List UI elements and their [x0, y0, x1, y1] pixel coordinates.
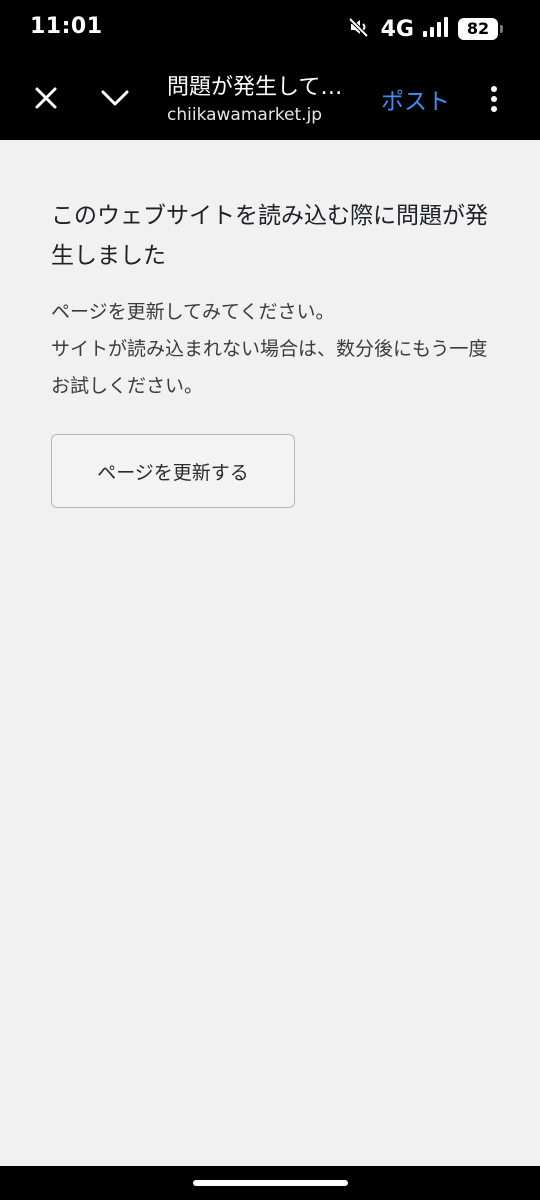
page-info: 問題が発生して… chiikawamarket.jp	[167, 72, 367, 126]
error-message-line: サイトが読み込まれない場合は、数分後にもう一度お試しください。	[51, 338, 488, 397]
error-heading: このウェブサイトを読み込む際に問題が発生しました	[51, 203, 488, 269]
status-indicators: 4G 82	[347, 14, 503, 44]
mute-icon	[347, 16, 381, 42]
custom-tab-toolbar: 問題が発生して… chiikawamarket.jp ポスト	[0, 58, 540, 140]
post-button[interactable]: ポスト	[381, 82, 450, 116]
close-icon	[35, 87, 57, 109]
navigation-bar	[0, 1166, 540, 1200]
error-message-line: ページを更新してみてください。	[51, 301, 335, 323]
more-vert-icon	[491, 86, 497, 112]
more-menu-button[interactable]	[478, 78, 510, 120]
status-time: 11:01	[30, 14, 103, 39]
status-bar: 11:01 4G 82	[0, 0, 540, 58]
chevron-down-icon	[101, 90, 129, 106]
page-domain: chiikawamarket.jp	[167, 105, 323, 125]
battery-level: 82	[466, 19, 490, 38]
network-type: 4G	[380, 16, 414, 42]
close-button[interactable]	[24, 76, 68, 120]
page-title: 問題が発生して…	[167, 75, 343, 100]
web-content: このウェブサイトを読み込む際に問題が発生しました ページを更新してみてください。…	[0, 140, 540, 1166]
reload-page-button[interactable]: ページを更新する	[51, 434, 295, 508]
error-message: ページを更新してみてください。 サイトが読み込まれない場合は、数分後にもう一度お…	[51, 294, 501, 405]
signal-icon	[422, 16, 458, 42]
battery-icon: 82	[458, 18, 503, 40]
home-indicator[interactable]	[193, 1180, 348, 1186]
collapse-button[interactable]	[93, 76, 137, 120]
